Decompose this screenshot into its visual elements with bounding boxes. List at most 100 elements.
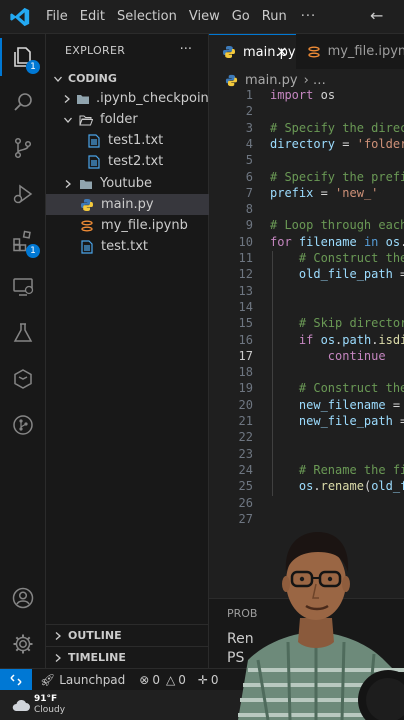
menu-selection[interactable]: Selection [117, 9, 177, 24]
code-line[interactable]: 4 directory = 'folder/ [209, 137, 404, 153]
code-line[interactable]: 14 [209, 300, 404, 316]
code-text: # Loop through each [270, 218, 404, 232]
menu-more[interactable]: ··· [301, 9, 316, 24]
code-line[interactable]: 9 # Loop through each [209, 218, 404, 234]
code-line[interactable]: 17 continue [209, 349, 404, 365]
code-text: directory = 'folder/ [270, 137, 404, 151]
code-line[interactable]: 18 [209, 365, 404, 381]
settings-gear-icon[interactable] [9, 630, 37, 658]
tree-item-ipynb-checkpoints[interactable]: .ipynb_checkpoints [46, 88, 221, 109]
outline-section[interactable]: OUTLINE [46, 624, 209, 646]
code-token: for [270, 234, 292, 249]
menu-view[interactable]: View [189, 9, 220, 24]
code-line[interactable]: 1 import os [209, 88, 404, 104]
code-line[interactable]: 26 [209, 496, 404, 512]
code-token: new_filename [298, 397, 386, 412]
breadcrumb-file[interactable]: main.py [245, 73, 298, 88]
code-text: prefix = 'new_' [270, 186, 378, 200]
code-token: # Construct the [298, 381, 404, 396]
explorer-icon[interactable]: 1 [9, 43, 40, 74]
account-icon[interactable] [9, 584, 37, 612]
tree-item-test1[interactable]: test1.txt [46, 130, 209, 151]
code-line[interactable]: 21 new_file_path = o [209, 414, 404, 430]
code-line[interactable]: 7 prefix = 'new_' [209, 186, 404, 202]
menu-file[interactable]: File [46, 9, 68, 24]
tab-my-file-ipynb[interactable]: my_file.ipynb [296, 34, 404, 69]
code-token: . [400, 235, 404, 249]
timeline-label: TIMELINE [68, 651, 126, 664]
warning-icon[interactable]: △ [166, 673, 175, 687]
tree-item-folder[interactable]: folder [46, 109, 209, 130]
code-line[interactable]: 25 os.rename(old_fil [209, 479, 404, 495]
testing-flask-icon[interactable] [9, 319, 37, 347]
tree-item-label: .ipynb_checkpoints [96, 91, 221, 106]
launchpad-button[interactable]: Launchpad [59, 673, 125, 687]
line-number: 2 [245, 104, 253, 119]
code-line[interactable]: 16 if os.path.isdir [209, 333, 404, 349]
chevron-right-icon [62, 93, 72, 105]
extensions-icon[interactable]: 1 [9, 227, 40, 258]
explorer-badge: 1 [26, 60, 40, 74]
explorer-more-button[interactable]: ··· [180, 42, 192, 57]
back-arrow-icon[interactable]: ← [370, 6, 383, 25]
code-token: = [335, 136, 357, 151]
code-line[interactable]: 23 [209, 447, 404, 463]
breadcrumb-more[interactable]: › … [304, 73, 326, 88]
code-line[interactable]: 5 [209, 153, 404, 169]
menu-go[interactable]: Go [232, 9, 250, 24]
code-token: = [400, 414, 404, 428]
notebook-file-icon [79, 218, 95, 234]
code-line[interactable]: 8 [209, 202, 404, 218]
search-icon[interactable] [9, 88, 37, 116]
error-icon[interactable]: ⊗ [139, 673, 149, 687]
remote-explorer-icon[interactable] [9, 273, 37, 301]
cube-extension-icon[interactable] [9, 365, 37, 393]
code-line[interactable]: 11 # Construct the [209, 251, 404, 267]
code-token: # Skip directorie [298, 316, 404, 331]
code-line[interactable]: 6 # Specify the prefix [209, 170, 404, 186]
timeline-section[interactable]: TIMELINE [46, 646, 209, 668]
remote-indicator-icon[interactable] [0, 668, 32, 691]
code-line[interactable]: 3 # Specify the directo [209, 121, 404, 137]
tree-item-main-py[interactable]: main.py [46, 194, 209, 215]
weather-widget[interactable]: 91°F Cloudy [34, 694, 65, 716]
tree-item-test-txt[interactable]: test.txt [46, 236, 209, 257]
code-token: rename [320, 479, 364, 494]
tree-item-youtube[interactable]: Youtube [46, 173, 209, 194]
close-icon[interactable]: × [276, 44, 288, 60]
tree-item-my-file-ipynb[interactable]: my_file.ipynb [46, 215, 209, 236]
code-line[interactable]: 13 [209, 284, 404, 300]
menu-edit[interactable]: Edit [80, 9, 105, 24]
code-line[interactable]: 22 [209, 430, 404, 446]
menu-run[interactable]: Run [262, 9, 287, 24]
section-coding-header[interactable]: CODING [46, 68, 209, 89]
source-control-icon[interactable] [9, 134, 37, 162]
code-line[interactable]: 12 old_file_path = o [209, 267, 404, 283]
folder-icon [76, 91, 90, 107]
code-line[interactable]: 15 # Skip directorie [209, 316, 404, 332]
code-line[interactable]: 20 new_filename = pr [209, 398, 404, 414]
git-graph-icon[interactable] [9, 411, 37, 439]
code-token: os [320, 332, 336, 347]
code-text: for filename in os.li [270, 235, 404, 249]
code-line[interactable]: 24 # Rename the fil [209, 463, 404, 479]
title-bar: File Edit Selection View Go Run ··· ← [0, 0, 404, 34]
code-line[interactable]: 2 [209, 104, 404, 120]
tree-item-test2[interactable]: test2.txt [46, 151, 209, 172]
ports-icon[interactable]: ✛ [198, 673, 208, 687]
tree-item-label: test.txt [101, 239, 148, 254]
error-count: 0 [152, 672, 160, 687]
code-line[interactable]: 19 # Construct the [209, 381, 404, 397]
line-number: 1 [245, 88, 253, 102]
tab-main-py[interactable]: main.py × [209, 34, 296, 69]
warning-count: 0 [178, 672, 186, 687]
run-debug-icon[interactable] [9, 180, 37, 208]
cloud-icon[interactable] [10, 694, 32, 716]
code-line[interactable]: 10 for filename in os.li [209, 235, 404, 251]
